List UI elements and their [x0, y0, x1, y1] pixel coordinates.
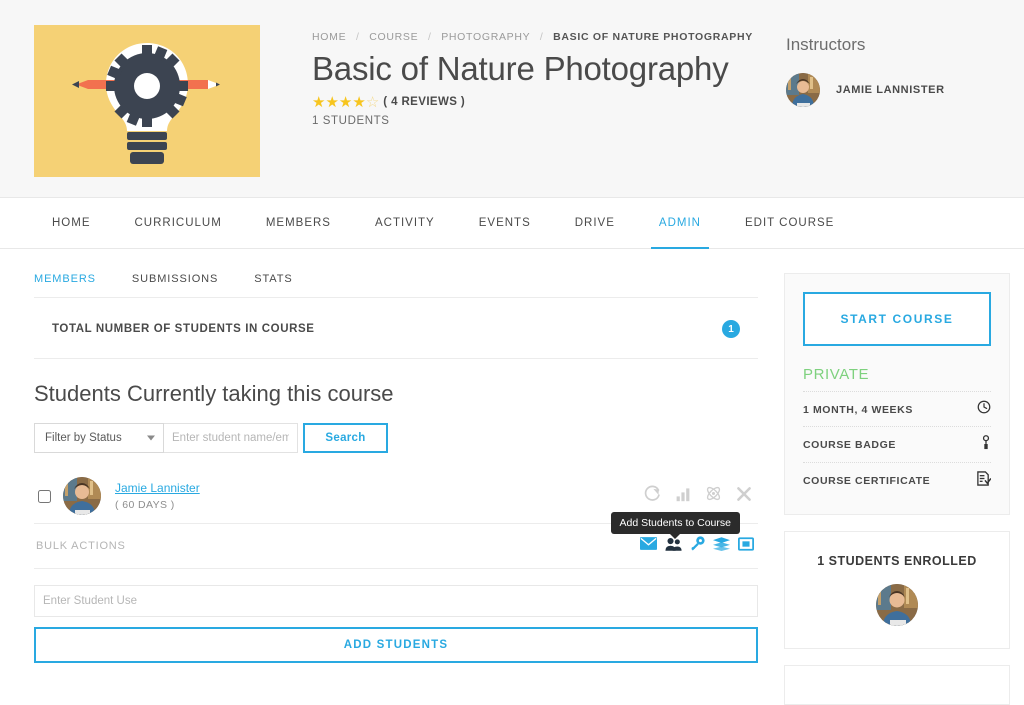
- course-detail-badge: COURSE BADGE: [803, 426, 991, 462]
- star-icon: ★: [325, 95, 338, 110]
- nav-item-activity[interactable]: ACTIVITY: [353, 198, 457, 248]
- nav-item-curriculum[interactable]: CURRICULUM: [113, 198, 244, 248]
- avatar: [786, 73, 820, 107]
- star-outline-icon: ☆: [366, 95, 379, 110]
- refresh-icon[interactable]: [644, 485, 661, 507]
- students-enrolled-title: 1 STUDENTS ENROLLED: [803, 554, 991, 568]
- instructor-name: JAMIE LANNISTER: [836, 84, 945, 96]
- breadcrumb: HOME / COURSE / PHOTOGRAPHY / BASIC OF N…: [312, 31, 768, 43]
- students-enrolled-card: 1 STUDENTS ENROLLED: [784, 531, 1010, 649]
- nav-item-home[interactable]: HOME: [34, 198, 113, 248]
- atom-icon[interactable]: [705, 485, 722, 507]
- nav-item-drive[interactable]: DRIVE: [553, 198, 637, 248]
- envelope-icon[interactable]: [640, 537, 657, 555]
- students-section-title: Students Currently taking this course: [34, 381, 758, 407]
- student-days: ( 60 DAYS ): [115, 499, 200, 511]
- layers-icon[interactable]: [713, 537, 730, 556]
- star-icon: ★: [339, 95, 352, 110]
- add-students-input[interactable]: [34, 585, 758, 617]
- course-info-card: START COURSE PRIVATE 1 MONTH, 4 WEEKS CO…: [784, 273, 1010, 515]
- avatar[interactable]: [876, 584, 918, 626]
- search-input[interactable]: [164, 423, 298, 453]
- student-row-actions: [644, 485, 758, 507]
- reviews-count: ( 4 REVIEWS ): [383, 96, 465, 108]
- filter-by-status-select[interactable]: Filter by Status Active Inactive Complet…: [34, 423, 164, 453]
- sidebar: START COURSE PRIVATE 1 MONTH, 4 WEEKS CO…: [784, 273, 1010, 705]
- course-detail-certificate: COURSE CERTIFICATE: [803, 462, 991, 498]
- certificate-icon: [976, 471, 991, 491]
- nav-item-admin[interactable]: ADMIN: [637, 198, 723, 248]
- sub-tabs: MEMBERS SUBMISSIONS STATS: [34, 273, 758, 298]
- badge-icon: [981, 435, 991, 455]
- course-badge-label: COURSE BADGE: [803, 439, 896, 451]
- breadcrumb-separator: /: [540, 31, 544, 43]
- breadcrumb-item-home[interactable]: HOME: [312, 31, 346, 43]
- breadcrumb-separator: /: [356, 31, 360, 43]
- course-detail-duration: 1 MONTH, 4 WEEKS: [803, 391, 991, 426]
- key-icon[interactable]: [690, 536, 705, 556]
- star-icon: ★: [352, 95, 365, 110]
- users-icon[interactable]: [665, 537, 682, 556]
- box-icon[interactable]: [738, 537, 754, 556]
- student-name-link[interactable]: Jamie Lannister: [115, 481, 200, 495]
- sidebar-partial-card: [784, 665, 1010, 705]
- start-course-button[interactable]: START COURSE: [803, 292, 991, 346]
- clock-icon: [977, 400, 991, 419]
- page-title: Basic of Nature Photography: [312, 49, 768, 89]
- add-students-button[interactable]: ADD STUDENTS: [34, 627, 758, 663]
- tab-stats[interactable]: STATS: [254, 273, 292, 285]
- course-privacy-label: PRIVATE: [803, 366, 991, 383]
- instructors-title: Instructors: [786, 35, 1010, 55]
- star-rating: ★ ★ ★ ★ ☆: [312, 95, 379, 110]
- students-count: 1 STUDENTS: [312, 115, 768, 127]
- instructor-item[interactable]: JAMIE LANNISTER: [786, 73, 1010, 107]
- breadcrumb-item-course[interactable]: COURSE: [369, 31, 418, 43]
- star-icon: ★: [312, 95, 325, 110]
- close-icon[interactable]: [736, 486, 752, 507]
- bar-chart-icon[interactable]: [675, 486, 691, 507]
- student-row-checkbox[interactable]: [38, 490, 51, 503]
- total-students-label: TOTAL NUMBER OF STUDENTS IN COURSE: [52, 323, 315, 335]
- lightbulb-gear-pencil-icon: [52, 31, 242, 171]
- total-students-badge: 1: [722, 320, 740, 338]
- bulk-actions-row: BULK ACTIONS Add Students to Course: [34, 524, 758, 569]
- bulk-actions-icons: [640, 536, 758, 556]
- course-header: HOME / COURSE / PHOTOGRAPHY / BASIC OF N…: [0, 0, 1024, 198]
- main-content: MEMBERS SUBMISSIONS STATS TOTAL NUMBER O…: [34, 273, 784, 705]
- tooltip-add-students: Add Students to Course: [611, 512, 741, 534]
- breadcrumb-separator: /: [428, 31, 432, 43]
- rating-row: ★ ★ ★ ★ ☆ ( 4 REVIEWS ): [312, 95, 768, 110]
- course-duration-label: 1 MONTH, 4 WEEKS: [803, 404, 913, 416]
- breadcrumb-item-photography[interactable]: PHOTOGRAPHY: [441, 31, 530, 43]
- bulk-actions-label: BULK ACTIONS: [36, 540, 126, 552]
- avatar: [63, 477, 101, 515]
- nav-item-events[interactable]: EVENTS: [457, 198, 553, 248]
- course-thumbnail: [34, 25, 260, 177]
- search-button[interactable]: Search: [303, 423, 388, 453]
- main-navigation: HOME CURRICULUM MEMBERS ACTIVITY EVENTS …: [0, 198, 1024, 249]
- tab-members[interactable]: MEMBERS: [34, 273, 96, 285]
- students-filter-row: Filter by Status Active Inactive Complet…: [34, 423, 758, 453]
- breadcrumb-item-current: BASIC OF NATURE PHOTOGRAPHY: [553, 31, 753, 43]
- instructors-panel: Instructors: [768, 25, 1010, 177]
- course-certificate-label: COURSE CERTIFICATE: [803, 475, 930, 487]
- nav-item-edit-course[interactable]: EDIT COURSE: [723, 198, 856, 248]
- nav-item-members[interactable]: MEMBERS: [244, 198, 353, 248]
- tab-submissions[interactable]: SUBMISSIONS: [132, 273, 218, 285]
- total-students-row: TOTAL NUMBER OF STUDENTS IN COURSE 1: [34, 298, 758, 359]
